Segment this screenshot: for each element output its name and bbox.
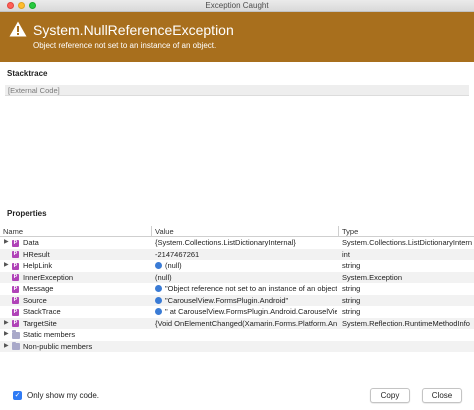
property-icon: P xyxy=(12,262,19,270)
dialog-footer: ✓ Only show my code. Copy Close xyxy=(0,381,474,410)
window-titlebar: Exception Caught xyxy=(0,0,474,12)
property-value: "Object reference not set to an instance… xyxy=(165,284,337,293)
property-type: string xyxy=(342,295,361,305)
property-type: string xyxy=(342,284,361,293)
table-row[interactable]: ▶ Non-public members xyxy=(0,340,474,353)
property-icon: P xyxy=(12,308,19,316)
property-name: Non-public members xyxy=(23,341,93,351)
table-row[interactable]: ▶ P Data {System.Collections.ListDiction… xyxy=(0,237,474,249)
table-row[interactable]: ▶ Static members xyxy=(0,329,474,341)
property-icon: P xyxy=(12,274,19,281)
visualizer-icon[interactable] xyxy=(155,262,162,269)
property-value: " at CarouselView.FormsPlugin.Android.Ca… xyxy=(165,307,337,316)
property-value: (null) xyxy=(165,261,182,270)
folder-icon xyxy=(12,341,20,350)
property-name: TargetSite xyxy=(23,318,57,328)
column-header-value[interactable]: Value xyxy=(152,226,339,237)
property-value xyxy=(155,341,337,353)
property-icon: P xyxy=(12,239,19,247)
property-name: StackTrace xyxy=(23,307,61,316)
table-row[interactable]: P Message "Object reference not set to a… xyxy=(0,283,474,295)
property-type: System.Exception xyxy=(342,272,403,282)
property-value xyxy=(155,329,337,341)
properties-heading: Properties xyxy=(7,209,47,218)
property-type: System.Collections.ListDictionaryInterna xyxy=(342,238,472,247)
property-type xyxy=(342,341,472,353)
stacktrace-list[interactable]: [External Code] xyxy=(5,85,469,200)
stack-frame[interactable]: [External Code] xyxy=(5,85,469,96)
expand-arrow-icon[interactable]: ▶ xyxy=(4,260,9,272)
property-name: HResult xyxy=(23,249,50,259)
grid-header: Name Value Type xyxy=(0,226,474,237)
property-icon: P xyxy=(12,297,19,304)
property-name: Source xyxy=(23,295,47,305)
expand-arrow-icon[interactable]: ▶ xyxy=(4,341,9,353)
exception-banner: System.NullReferenceException Object ref… xyxy=(0,12,474,62)
property-value: {System.Collections.ListDictionaryIntern… xyxy=(155,238,296,247)
expand-arrow-icon[interactable]: ▶ xyxy=(4,329,9,341)
exception-type: System.NullReferenceException xyxy=(33,22,234,38)
property-icon: P xyxy=(12,320,19,327)
close-button[interactable]: Close xyxy=(422,388,462,403)
property-name: Message xyxy=(23,284,54,293)
only-my-code-label[interactable]: Only show my code. xyxy=(27,391,99,400)
table-row[interactable]: P Source "CarouselView.FormsPlugin.Andro… xyxy=(0,294,474,306)
property-value: (null) xyxy=(155,272,172,282)
expand-arrow-icon[interactable]: ▶ xyxy=(4,318,9,330)
column-header-type[interactable]: Type xyxy=(339,226,474,237)
property-type xyxy=(342,329,472,341)
property-icon: P xyxy=(12,251,19,258)
stacktrace-heading: Stacktrace xyxy=(7,69,48,78)
only-my-code-checkbox[interactable]: ✓ xyxy=(13,391,22,400)
table-row[interactable]: ▶ P TargetSite {Void OnElementChanged(Xa… xyxy=(0,317,474,330)
column-header-name[interactable]: Name xyxy=(0,226,152,237)
property-value: -2147467261 xyxy=(155,249,200,259)
property-name: Static members xyxy=(23,330,76,339)
visualizer-icon[interactable] xyxy=(155,308,162,315)
copy-button[interactable]: Copy xyxy=(370,388,410,403)
expand-arrow-icon[interactable]: ▶ xyxy=(4,237,9,249)
table-row[interactable]: P InnerException (null) System.Exception xyxy=(0,271,474,283)
property-value: "CarouselView.FormsPlugin.Android" xyxy=(165,295,289,305)
property-type: string xyxy=(342,307,361,316)
visualizer-icon[interactable] xyxy=(155,285,162,292)
table-row[interactable]: ▶ P HelpLink (null) string xyxy=(0,260,474,272)
property-type: System.Reflection.RuntimeMethodInfo xyxy=(342,318,470,328)
property-value: {Void OnElementChanged(Xamarin.Forms.Pla… xyxy=(155,318,337,328)
exception-message: Object reference not set to an instance … xyxy=(33,41,217,50)
property-type: int xyxy=(342,249,350,259)
properties-grid[interactable]: Name Value Type ▶ P Data {System.Collect… xyxy=(0,226,474,366)
table-row[interactable]: P StackTrace " at CarouselView.FormsPlug… xyxy=(0,306,474,318)
visualizer-icon[interactable] xyxy=(155,296,162,304)
window-title: Exception Caught xyxy=(205,1,269,10)
property-icon: P xyxy=(12,285,19,293)
property-name: Data xyxy=(23,238,39,247)
property-name: HelpLink xyxy=(23,261,53,270)
property-name: InnerException xyxy=(23,272,74,282)
table-row[interactable]: P HResult -2147467261 int xyxy=(0,248,474,260)
property-type: string xyxy=(342,261,361,270)
folder-icon xyxy=(12,330,20,339)
warning-icon xyxy=(9,21,27,37)
